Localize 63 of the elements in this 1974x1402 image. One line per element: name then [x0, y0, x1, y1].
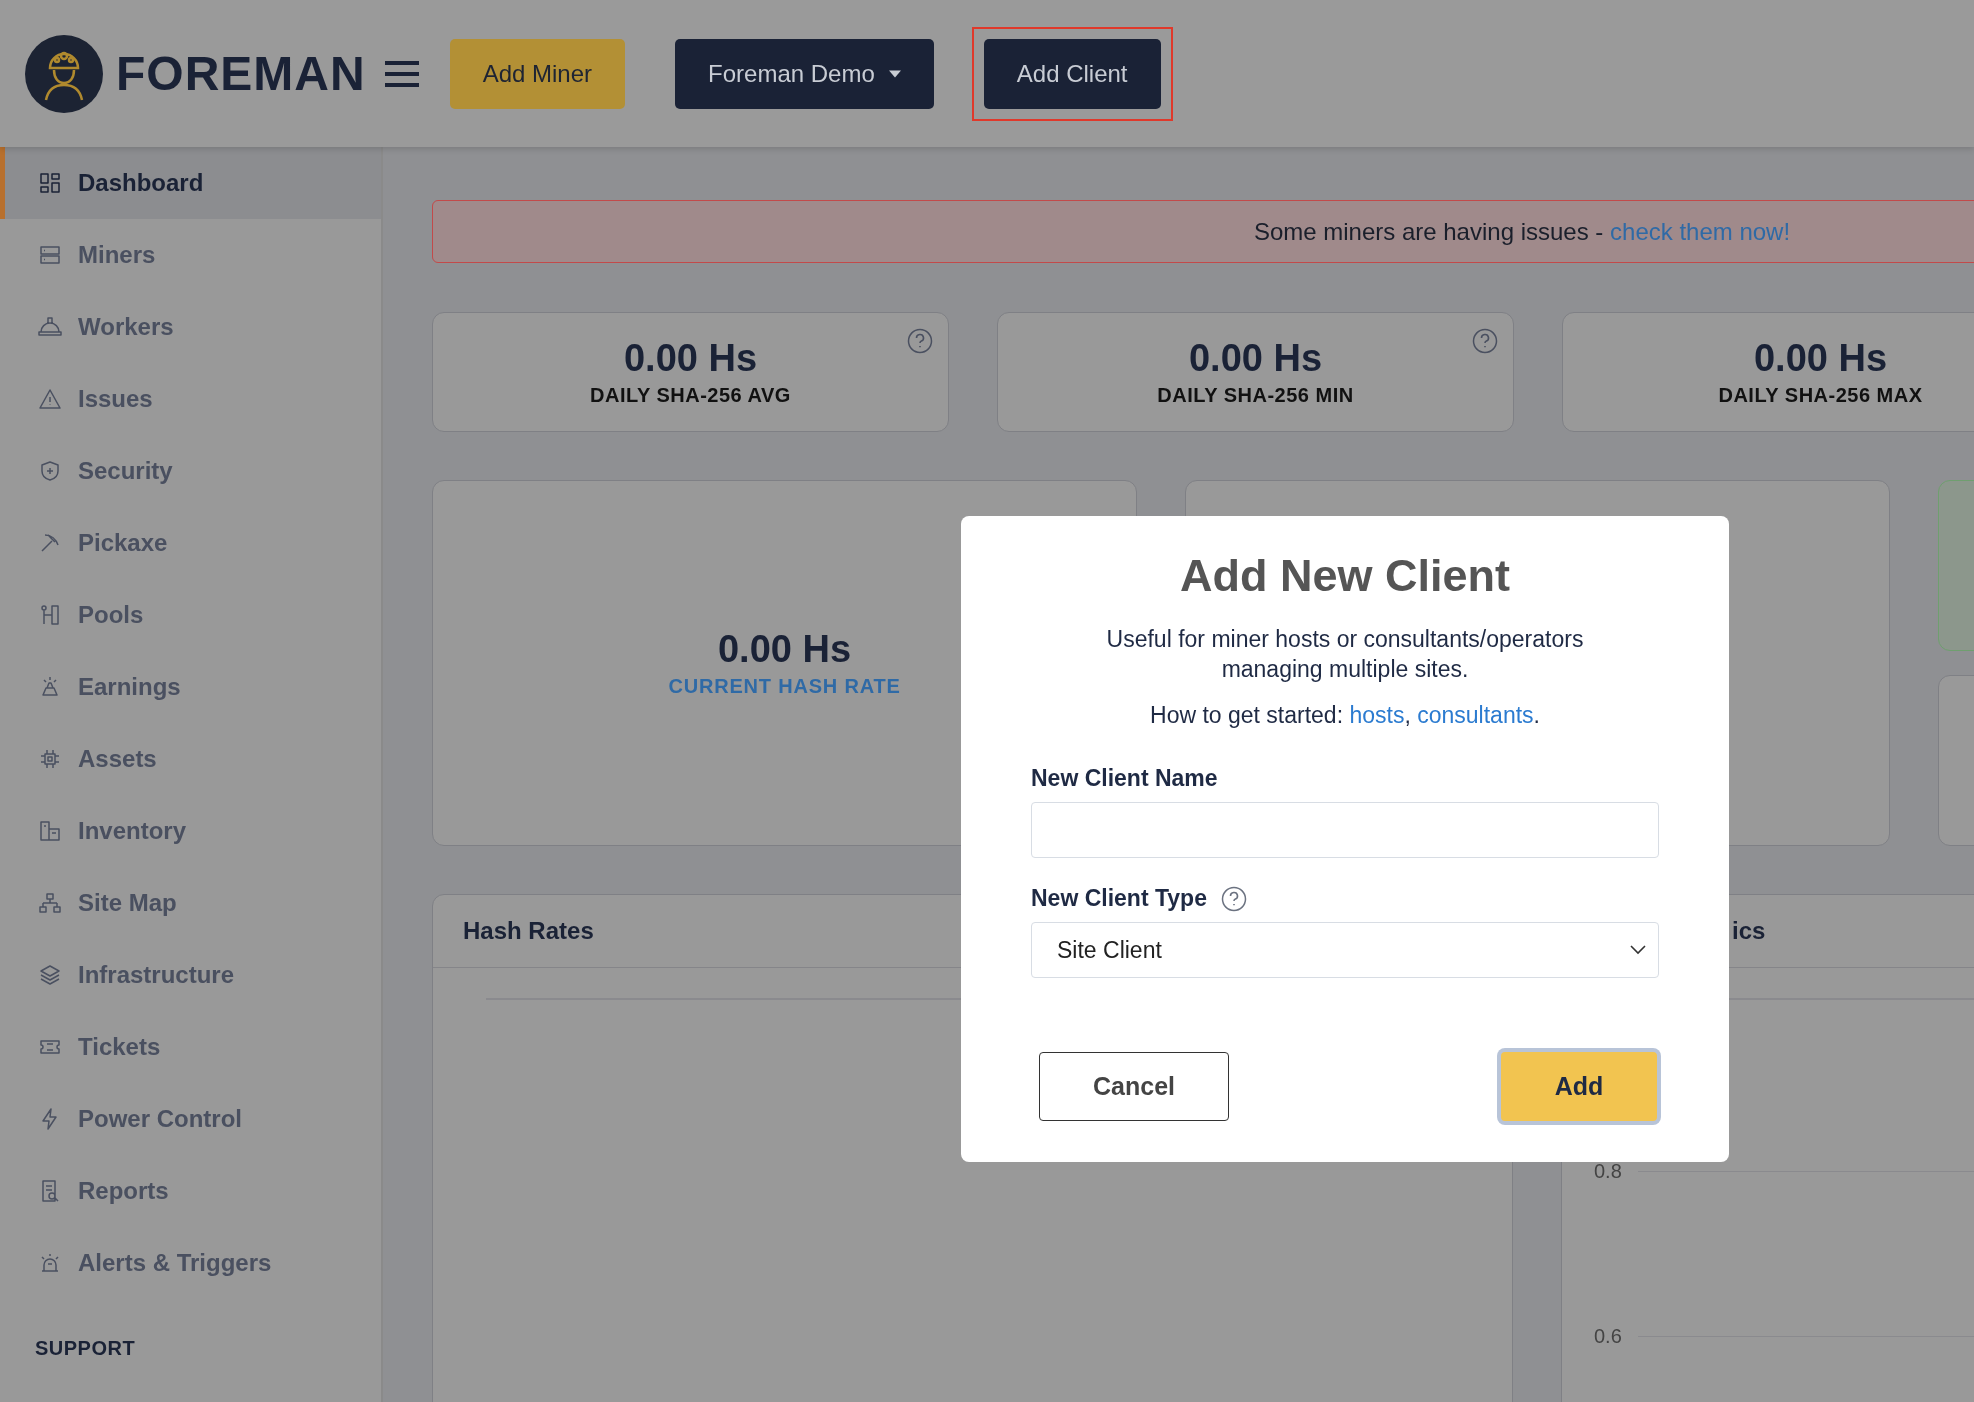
chevron-icon — [1630, 945, 1646, 955]
help-icon[interactable] — [1472, 328, 1498, 354]
sidebar-item[interactable]: Pickaxe — [0, 507, 381, 579]
sidebar-item[interactable]: Assets — [0, 723, 381, 795]
stat-label: DAILY SHA-256 AVG — [590, 384, 791, 407]
pool-icon — [38, 603, 62, 627]
client-name-field[interactable] — [1031, 802, 1659, 858]
stat-value: 0.00 Hs — [623, 337, 758, 380]
stat-label: DAILY SHA-256 MAX — [1718, 384, 1923, 407]
stat-value: 0.00 Hs — [1753, 337, 1888, 380]
sitemap-icon — [38, 891, 62, 915]
field-label: New Client Type — [1031, 885, 1207, 912]
help-link[interactable]: consultants — [1417, 702, 1534, 728]
chip-icon — [38, 747, 62, 771]
grid-icon — [38, 171, 62, 195]
sidebar-item[interactable]: Site Map — [0, 867, 381, 939]
field-label: New Client Name — [1031, 765, 1218, 792]
stat-label: CURRENT HASH RATE — [668, 675, 901, 698]
sidebar-item[interactable]: Earnings — [0, 651, 381, 723]
shield-icon — [38, 459, 62, 483]
section-heading: SUPPORT — [34, 1337, 137, 1360]
getting-started-text: How to get started: hosts, consultants. — [1149, 702, 1541, 729]
sidebar-item[interactable]: Workers — [0, 291, 381, 363]
header-button[interactable]: Add Miner — [449, 38, 626, 109]
brand-name: FOREMAN — [116, 46, 366, 101]
alert-text: Some miners are having issues - check them now! — [1253, 217, 1791, 246]
warning-icon — [38, 387, 62, 411]
sidebar-item[interactable]: Issues — [0, 363, 381, 435]
sidebar-item[interactable]: Power Control — [0, 1083, 381, 1155]
panel-title: ics — [1732, 917, 1766, 945]
axis-label: 0.6 — [1594, 1325, 1622, 1348]
axis-label: 0.8 — [1594, 1160, 1622, 1183]
cancel-button[interactable]: Cancel — [1039, 1052, 1229, 1121]
header-button[interactable]: Add Client — [983, 38, 1161, 109]
menu-icon[interactable] — [383, 59, 420, 88]
sidebar-item[interactable]: Dashboard — [0, 147, 381, 219]
account-dropdown[interactable]: Foreman Demo — [675, 38, 934, 109]
sidebar-item[interactable]: Alerts & Triggers — [0, 1227, 381, 1299]
helmet-icon — [38, 315, 62, 339]
stat-value: 0.00 Hs — [717, 628, 852, 671]
client-type-select[interactable]: Site Client — [1031, 922, 1659, 978]
sidebar-item[interactable]: Pools — [0, 579, 381, 651]
miner-logo-icon — [24, 33, 104, 114]
dialog-title: Add New Client — [1179, 550, 1511, 602]
stat-value: 0.00 Hs — [1188, 337, 1323, 380]
sidebar-item[interactable]: Miners — [0, 219, 381, 291]
boxes-icon — [38, 819, 62, 843]
help-icon[interactable] — [907, 328, 933, 354]
alert-link[interactable]: check them now! — [1610, 217, 1791, 245]
layers-icon — [38, 963, 62, 987]
sidebar-item[interactable]: Security — [0, 435, 381, 507]
stat-label: DAILY SHA-256 MIN — [1157, 384, 1354, 407]
sidebar-item[interactable]: Inventory — [0, 795, 381, 867]
panel-title: Hash Rates — [463, 917, 594, 945]
server-icon — [38, 243, 62, 267]
sidebar-item[interactable]: Reports — [0, 1155, 381, 1227]
sidebar-item[interactable]: Tickets — [0, 1011, 381, 1083]
sidebar-item[interactable]: Infrastructure — [0, 939, 381, 1011]
help-icon[interactable] — [1220, 885, 1247, 912]
alarm-icon — [38, 1251, 62, 1275]
caret-icon — [888, 69, 901, 78]
help-link[interactable]: hosts — [1349, 702, 1405, 728]
dialog-description: Useful for miner hosts or consultants/operators managing multiple sites. — [1105, 625, 1585, 684]
